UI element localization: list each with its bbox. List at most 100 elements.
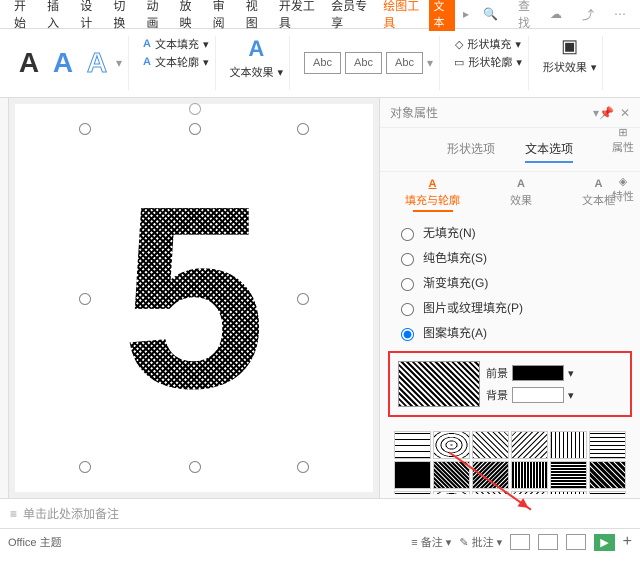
tab-transition[interactable]: 切换 <box>107 0 138 35</box>
background-color[interactable]: 背景▾ <box>486 387 574 403</box>
view-normal-icon[interactable] <box>510 534 530 550</box>
pattern-cell[interactable] <box>550 461 587 489</box>
add-slide-button[interactable]: + <box>623 533 632 551</box>
panel-title: 对象属性 <box>390 104 593 121</box>
notes-pane[interactable]: ≡ 单击此处添加备注 <box>0 498 640 528</box>
tab-shape-options[interactable]: 形状选项 <box>447 136 495 163</box>
text-fill-button[interactable]: A文本填充▾ <box>143 36 208 52</box>
shape-effect-icon: ▣ <box>561 36 578 57</box>
pattern-preview-section: 前景▾ 背景▾ <box>388 351 632 417</box>
vertical-tabs: ⊞属性 ◈特性 <box>606 120 640 210</box>
pattern-grid <box>388 425 632 494</box>
tab-text-badge[interactable]: 文本 <box>429 0 455 31</box>
opt-solid-fill[interactable]: 纯色填充(S) <box>396 249 624 266</box>
opt-no-fill[interactable]: 无填充(N) <box>396 224 624 241</box>
rotate-handle[interactable] <box>189 103 201 115</box>
handle-tr[interactable] <box>297 123 309 135</box>
view-reading-icon[interactable] <box>566 534 586 550</box>
tab-start[interactable]: 开始 <box>8 0 39 35</box>
handle-bl[interactable] <box>79 461 91 473</box>
pin-icon[interactable]: 📌 <box>599 106 614 120</box>
shape-style-more-icon[interactable]: ▾ <box>427 56 433 70</box>
sb-review[interactable]: ✎ 批注 ▾ <box>459 534 502 550</box>
shape-style-1[interactable]: Abc <box>304 52 341 74</box>
notes-placeholder: 单击此处添加备注 <box>23 505 119 522</box>
cloud-icon[interactable]: ☁ <box>544 3 568 25</box>
shape-style-2[interactable]: Abc <box>345 52 382 74</box>
pattern-cell[interactable] <box>394 431 431 459</box>
tab-review[interactable]: 审阅 <box>207 0 238 35</box>
handle-b[interactable] <box>189 461 201 473</box>
handle-br[interactable] <box>297 461 309 473</box>
pattern-cell[interactable] <box>472 461 509 489</box>
pattern-cell[interactable] <box>394 461 431 489</box>
pattern-cell[interactable] <box>511 431 548 459</box>
pattern-cell[interactable] <box>433 461 470 489</box>
slide-canvas[interactable]: 5 <box>15 104 373 492</box>
pattern-cell[interactable] <box>472 491 509 494</box>
opt-picture-fill[interactable]: 图片或纹理填充(P) <box>396 299 624 316</box>
slide-text-content: 5 <box>122 168 267 428</box>
shape-fill-button[interactable]: ◇形状填充▾ <box>455 36 521 52</box>
handle-r[interactable] <box>297 293 309 305</box>
selected-textbox[interactable]: 5 <box>84 128 304 468</box>
more-tabs-icon[interactable]: ▸ <box>457 3 475 25</box>
status-bar: Office 主题 ≡ 备注 ▾ ✎ 批注 ▾ ▶ + <box>0 528 640 555</box>
ribbon: A A A ▾ A文本填充▾ A文本轮廓▾ A 文本效果▾ Abc Abc Ab… <box>0 29 640 98</box>
opt-gradient-fill[interactable]: 渐变填充(G) <box>396 274 624 291</box>
share-icon[interactable]: ⤴ <box>576 2 600 27</box>
wordart-style-1[interactable]: A <box>14 47 44 79</box>
handle-t[interactable] <box>189 123 201 135</box>
opt-pattern-fill[interactable]: 图案填充(A) <box>396 324 624 341</box>
wordart-style-2[interactable]: A <box>48 47 78 79</box>
subtab-effect[interactable]: A 效果 <box>510 178 532 212</box>
pattern-cell[interactable] <box>550 431 587 459</box>
tab-drawing[interactable]: 绘图工具 <box>377 0 427 35</box>
handle-tl[interactable] <box>79 123 91 135</box>
wordart-more-icon[interactable]: ▾ <box>116 56 122 70</box>
slide-thumbnails[interactable] <box>0 98 9 498</box>
tab-vip[interactable]: 会员专享 <box>325 0 375 35</box>
tab-insert[interactable]: 插入 <box>41 0 72 35</box>
more-icon[interactable]: ⋯ <box>608 3 632 25</box>
view-sorter-icon[interactable] <box>538 534 558 550</box>
vtab-special[interactable]: ◈特性 <box>612 175 634 204</box>
ribbon-tabs: 开始 插入 设计 切换 动画 放映 审阅 视图 开发工具 会员专享 绘图工具 文… <box>0 0 640 29</box>
text-effect-icon: A <box>248 36 264 62</box>
wordart-style-3[interactable]: A <box>82 47 112 79</box>
properties-panel: 对象属性 ▾ 📌 ✕ 形状选项 文本选项 A 填充与轮廓 A 效果 A 文本框 <box>379 98 640 498</box>
vtab-properties[interactable]: ⊞属性 <box>612 126 634 155</box>
pattern-cell[interactable] <box>589 491 626 494</box>
search-input[interactable]: 查找 <box>512 0 536 35</box>
tab-animation[interactable]: 动画 <box>140 0 171 35</box>
shape-style-3[interactable]: Abc <box>386 52 423 74</box>
tab-text-options[interactable]: 文本选项 <box>525 136 573 163</box>
subtab-fill[interactable]: A 填充与轮廓 <box>405 178 460 212</box>
sb-comment[interactable]: ≡ 备注 ▾ <box>411 534 451 550</box>
pattern-cell[interactable] <box>589 431 626 459</box>
text-effect-button[interactable]: 文本效果▾ <box>230 64 284 80</box>
foreground-color[interactable]: 前景▾ <box>486 365 574 381</box>
pattern-preview[interactable] <box>398 361 480 407</box>
pattern-cell[interactable] <box>511 491 548 494</box>
tab-design[interactable]: 设计 <box>74 0 105 35</box>
pattern-cell[interactable] <box>550 491 587 494</box>
slideshow-button[interactable]: ▶ <box>594 534 614 551</box>
close-icon[interactable]: ✕ <box>620 106 630 120</box>
tab-dev[interactable]: 开发工具 <box>273 0 323 35</box>
pattern-cell[interactable] <box>589 461 626 489</box>
pattern-cell[interactable] <box>433 431 470 459</box>
handle-l[interactable] <box>79 293 91 305</box>
tab-view[interactable]: 视图 <box>240 0 271 35</box>
theme-label: Office 主题 <box>8 534 62 550</box>
text-outline-button[interactable]: A文本轮廓▾ <box>143 54 208 70</box>
pattern-cell[interactable] <box>511 461 548 489</box>
pattern-cell[interactable] <box>472 431 509 459</box>
pattern-cell[interactable] <box>394 491 431 494</box>
notes-icon: ≡ <box>10 507 17 521</box>
shape-outline-button[interactable]: ▭形状轮廓▾ <box>454 54 522 70</box>
search-icon[interactable]: 🔍 <box>477 3 504 25</box>
tab-slideshow[interactable]: 放映 <box>174 0 205 35</box>
shape-effect-button[interactable]: 形状效果▾ <box>543 59 597 75</box>
pattern-cell[interactable] <box>433 491 470 494</box>
